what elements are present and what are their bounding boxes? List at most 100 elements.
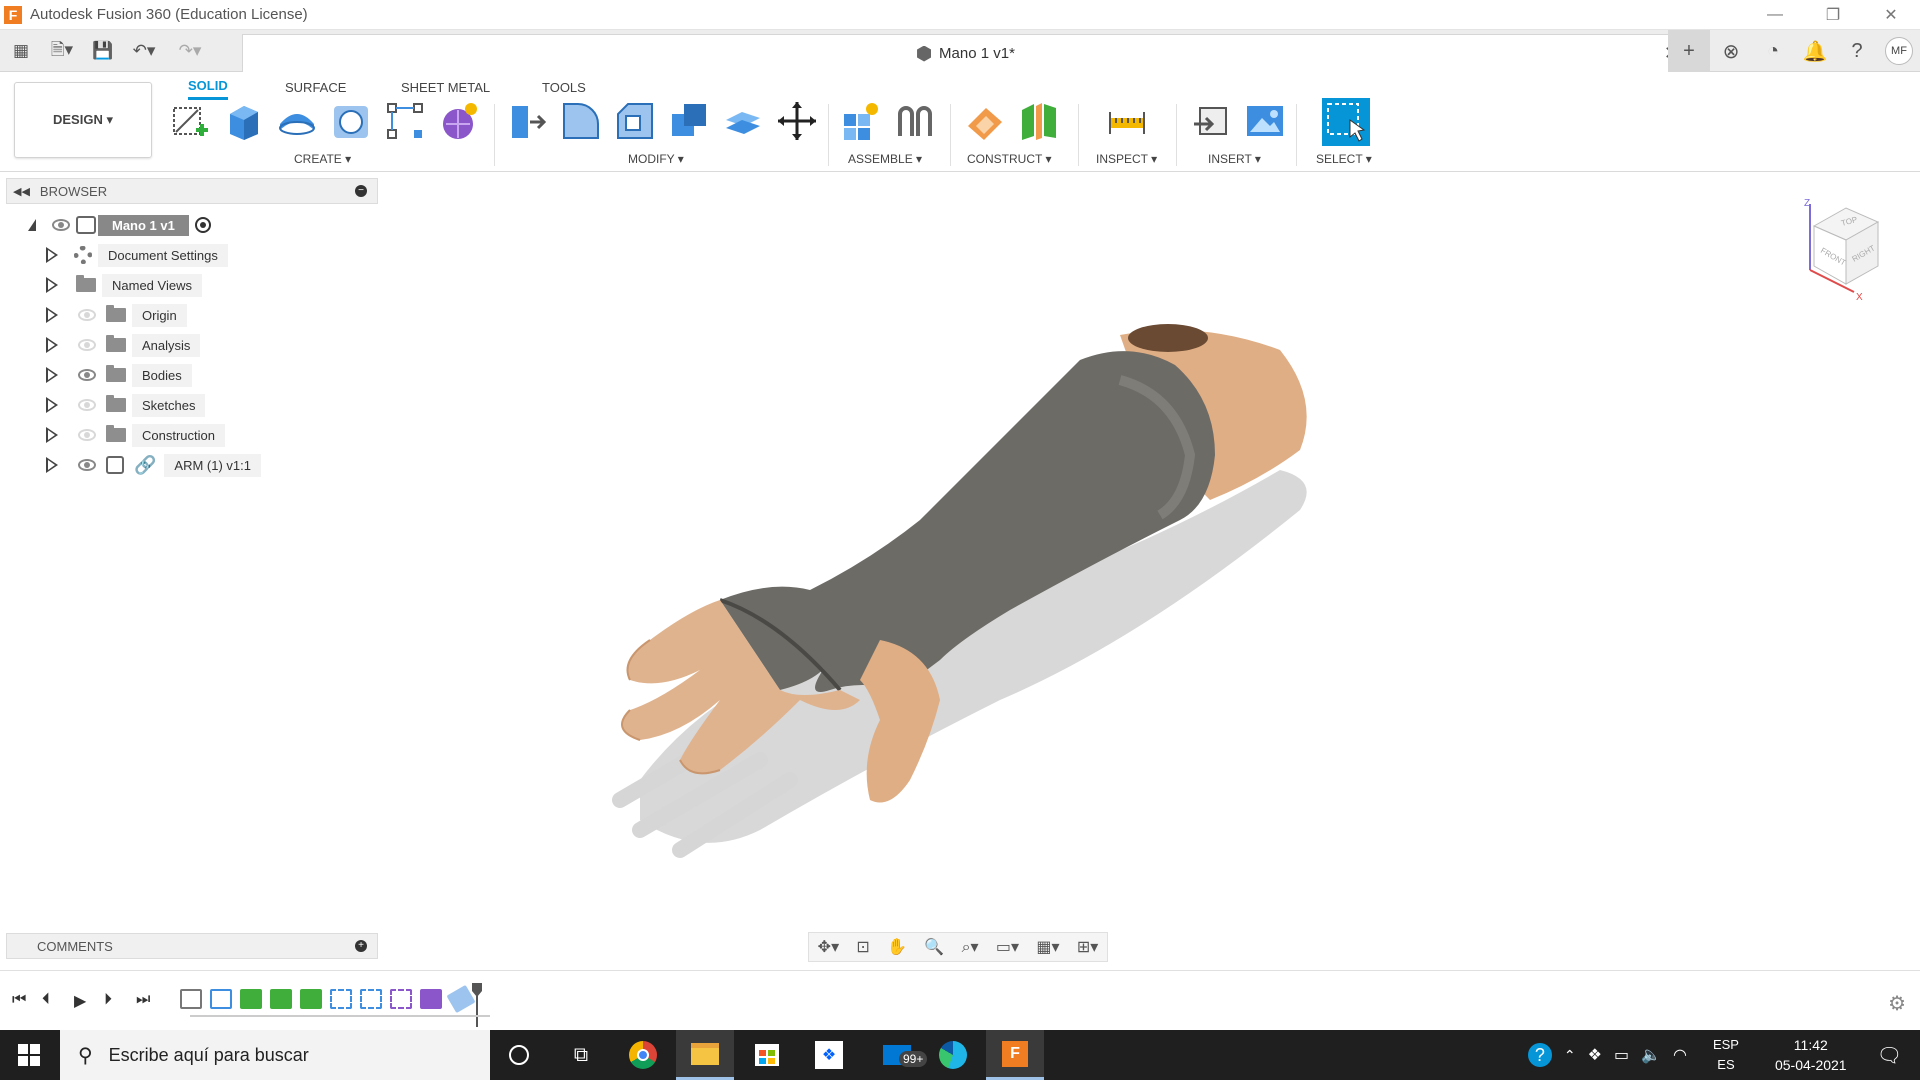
hole-icon[interactable] [330, 100, 372, 142]
new-component-icon[interactable] [840, 100, 882, 142]
extensions-icon[interactable]: ⊗ [1710, 30, 1752, 72]
volume-icon[interactable]: 🔈 [1641, 1045, 1661, 1065]
measure-icon[interactable] [1106, 100, 1148, 142]
add-comment-icon[interactable]: + [355, 940, 367, 952]
taskbar-search-box[interactable]: ⚲ Escribe aquí para buscar [60, 1030, 490, 1080]
create-group-label[interactable]: CREATE ▾ [294, 152, 351, 166]
modify-group-label[interactable]: MODIFY ▾ [628, 152, 684, 166]
expand-arrow-icon[interactable] [46, 337, 60, 353]
task-view-icon[interactable]: ⧉ [552, 1030, 610, 1080]
timeline-feature-icon[interactable] [330, 989, 352, 1009]
revolve-icon[interactable] [276, 100, 318, 142]
timeline-feature-icon[interactable] [420, 989, 442, 1009]
chamfer-icon[interactable] [614, 100, 656, 142]
redo-icon[interactable]: ↷▾ [170, 36, 210, 66]
save-icon[interactable]: 💾 [88, 36, 118, 66]
grid-snap-icon[interactable]: ▦▾ [1036, 937, 1059, 957]
browser-item-named-views[interactable]: Named Views [46, 273, 202, 297]
notifications-bell-icon[interactable]: 🔔 [1794, 30, 1836, 72]
battery-icon[interactable]: ▭ [1614, 1045, 1629, 1065]
timeline-feature-icon[interactable] [390, 989, 412, 1009]
step-back-icon[interactable]: ⏴ [42, 991, 50, 1009]
tab-surface[interactable]: SURFACE [285, 74, 346, 100]
look-at-icon[interactable]: ⊡ [856, 937, 869, 957]
press-pull-icon[interactable] [506, 100, 548, 142]
expand-arrow-icon[interactable] [46, 457, 60, 473]
dropbox-icon[interactable]: ❖ [800, 1030, 858, 1080]
zoom-icon[interactable]: 🔍 [924, 937, 944, 957]
browser-root-row[interactable]: Mano 1 v1 [26, 213, 211, 237]
show-hidden-icons-icon[interactable]: ⌃ [1564, 1047, 1576, 1064]
cortana-icon[interactable] [490, 1030, 548, 1080]
browser-minimize-icon[interactable]: − [355, 185, 367, 197]
timeline-marker[interactable] [472, 983, 482, 1027]
expand-arrow-icon[interactable] [46, 367, 60, 383]
timeline-feature-icon[interactable] [240, 989, 262, 1009]
pattern-icon[interactable] [384, 100, 426, 142]
edge-icon[interactable] [924, 1030, 982, 1080]
assemble-group-label[interactable]: ASSEMBLE ▾ [848, 152, 922, 166]
comments-panel[interactable]: COMMENTS + [6, 933, 378, 959]
expand-arrow-icon[interactable] [46, 247, 60, 263]
visibility-eye-icon[interactable] [78, 369, 96, 381]
offset-face-icon[interactable] [722, 100, 764, 142]
expand-arrow-icon[interactable] [46, 277, 60, 293]
notification-center-icon[interactable]: 🗨 [1877, 1043, 1902, 1068]
wifi-icon[interactable]: ◠ [1673, 1045, 1687, 1065]
browser-item-arm-component[interactable]: 🔗 ARM (1) v1:1 [46, 453, 261, 477]
go-to-end-icon[interactable]: ⏭ [136, 991, 150, 1009]
timeline-feature-icon[interactable] [300, 989, 322, 1009]
construct-group-label[interactable]: CONSTRUCT ▾ [967, 152, 1051, 166]
view-cube[interactable]: TOP FRONT RIGHT Z X [1796, 196, 1896, 306]
fit-zoom-icon[interactable]: ⌕▾ [962, 937, 979, 957]
timeline-feature-icon[interactable] [270, 989, 292, 1009]
mail-icon[interactable]: 99+ [868, 1030, 928, 1080]
browser-item-origin[interactable]: Origin [46, 303, 187, 327]
new-tab-plus-icon[interactable]: + [1668, 30, 1710, 72]
expand-arrow-icon[interactable] [46, 427, 60, 443]
hidden-eye-icon[interactable] [78, 339, 96, 351]
create-form-icon[interactable] [438, 100, 480, 142]
data-panel-grid-icon[interactable]: ▦ [6, 36, 36, 66]
dropbox-tray-icon[interactable]: ❖ [1588, 1045, 1602, 1065]
step-forward-icon[interactable]: ⏵ [104, 991, 112, 1009]
expand-triangle-icon[interactable] [28, 219, 36, 231]
store-icon[interactable] [738, 1030, 796, 1080]
create-sketch-icon[interactable] [168, 100, 210, 142]
user-avatar[interactable]: MF [1885, 37, 1913, 65]
browser-item-bodies[interactable]: Bodies [46, 363, 192, 387]
visibility-eye-icon[interactable] [52, 219, 70, 231]
viewports-icon[interactable]: ⊞▾ [1077, 937, 1098, 957]
expand-arrow-icon[interactable] [46, 397, 60, 413]
collapse-panel-icon[interactable]: ◀◀ [13, 185, 30, 198]
select-group-label[interactable]: SELECT ▾ [1316, 152, 1372, 166]
close-window-button[interactable]: ✕ [1862, 0, 1920, 30]
system-clock[interactable]: 11:42 05-04-2021 [1775, 1035, 1847, 1075]
combine-icon[interactable] [668, 100, 710, 142]
orbit-icon[interactable]: ✥▾ [818, 937, 839, 957]
offset-plane-icon[interactable] [964, 100, 1006, 142]
activate-radio-icon[interactable] [194, 217, 211, 233]
browser-item-construction[interactable]: Construction [46, 423, 225, 447]
document-tab[interactable]: Mano 1 v1* ✕ [242, 34, 1690, 72]
insert-derive-icon[interactable] [1190, 100, 1232, 142]
browser-item-document-settings[interactable]: Document Settings [46, 243, 228, 267]
midplane-icon[interactable] [1018, 100, 1060, 142]
tab-sheet-metal[interactable]: SHEET METAL [401, 74, 490, 100]
play-icon[interactable]: ▶ [74, 991, 86, 1011]
file-menu-icon[interactable]: 🗎▾ [42, 36, 82, 66]
chrome-icon[interactable] [614, 1030, 672, 1080]
timeline-feature-icon[interactable] [180, 989, 202, 1009]
select-icon[interactable] [1322, 98, 1370, 146]
joint-icon[interactable] [894, 100, 936, 142]
fusion-360-taskbar-icon[interactable]: F [986, 1030, 1044, 1080]
browser-item-analysis[interactable]: Analysis [46, 333, 201, 357]
timeline-feature-icon[interactable] [210, 989, 232, 1009]
display-settings-icon[interactable]: ▭▾ [996, 937, 1019, 957]
help-circle-tray-icon[interactable]: ? [1527, 1043, 1552, 1067]
help-icon[interactable]: ? [1836, 30, 1878, 72]
pan-hand-icon[interactable]: ✋ [887, 937, 907, 957]
move-copy-icon[interactable] [776, 100, 818, 142]
timeline-settings-gear-icon[interactable]: ⚙ [1888, 991, 1906, 1016]
hidden-eye-icon[interactable] [78, 399, 96, 411]
